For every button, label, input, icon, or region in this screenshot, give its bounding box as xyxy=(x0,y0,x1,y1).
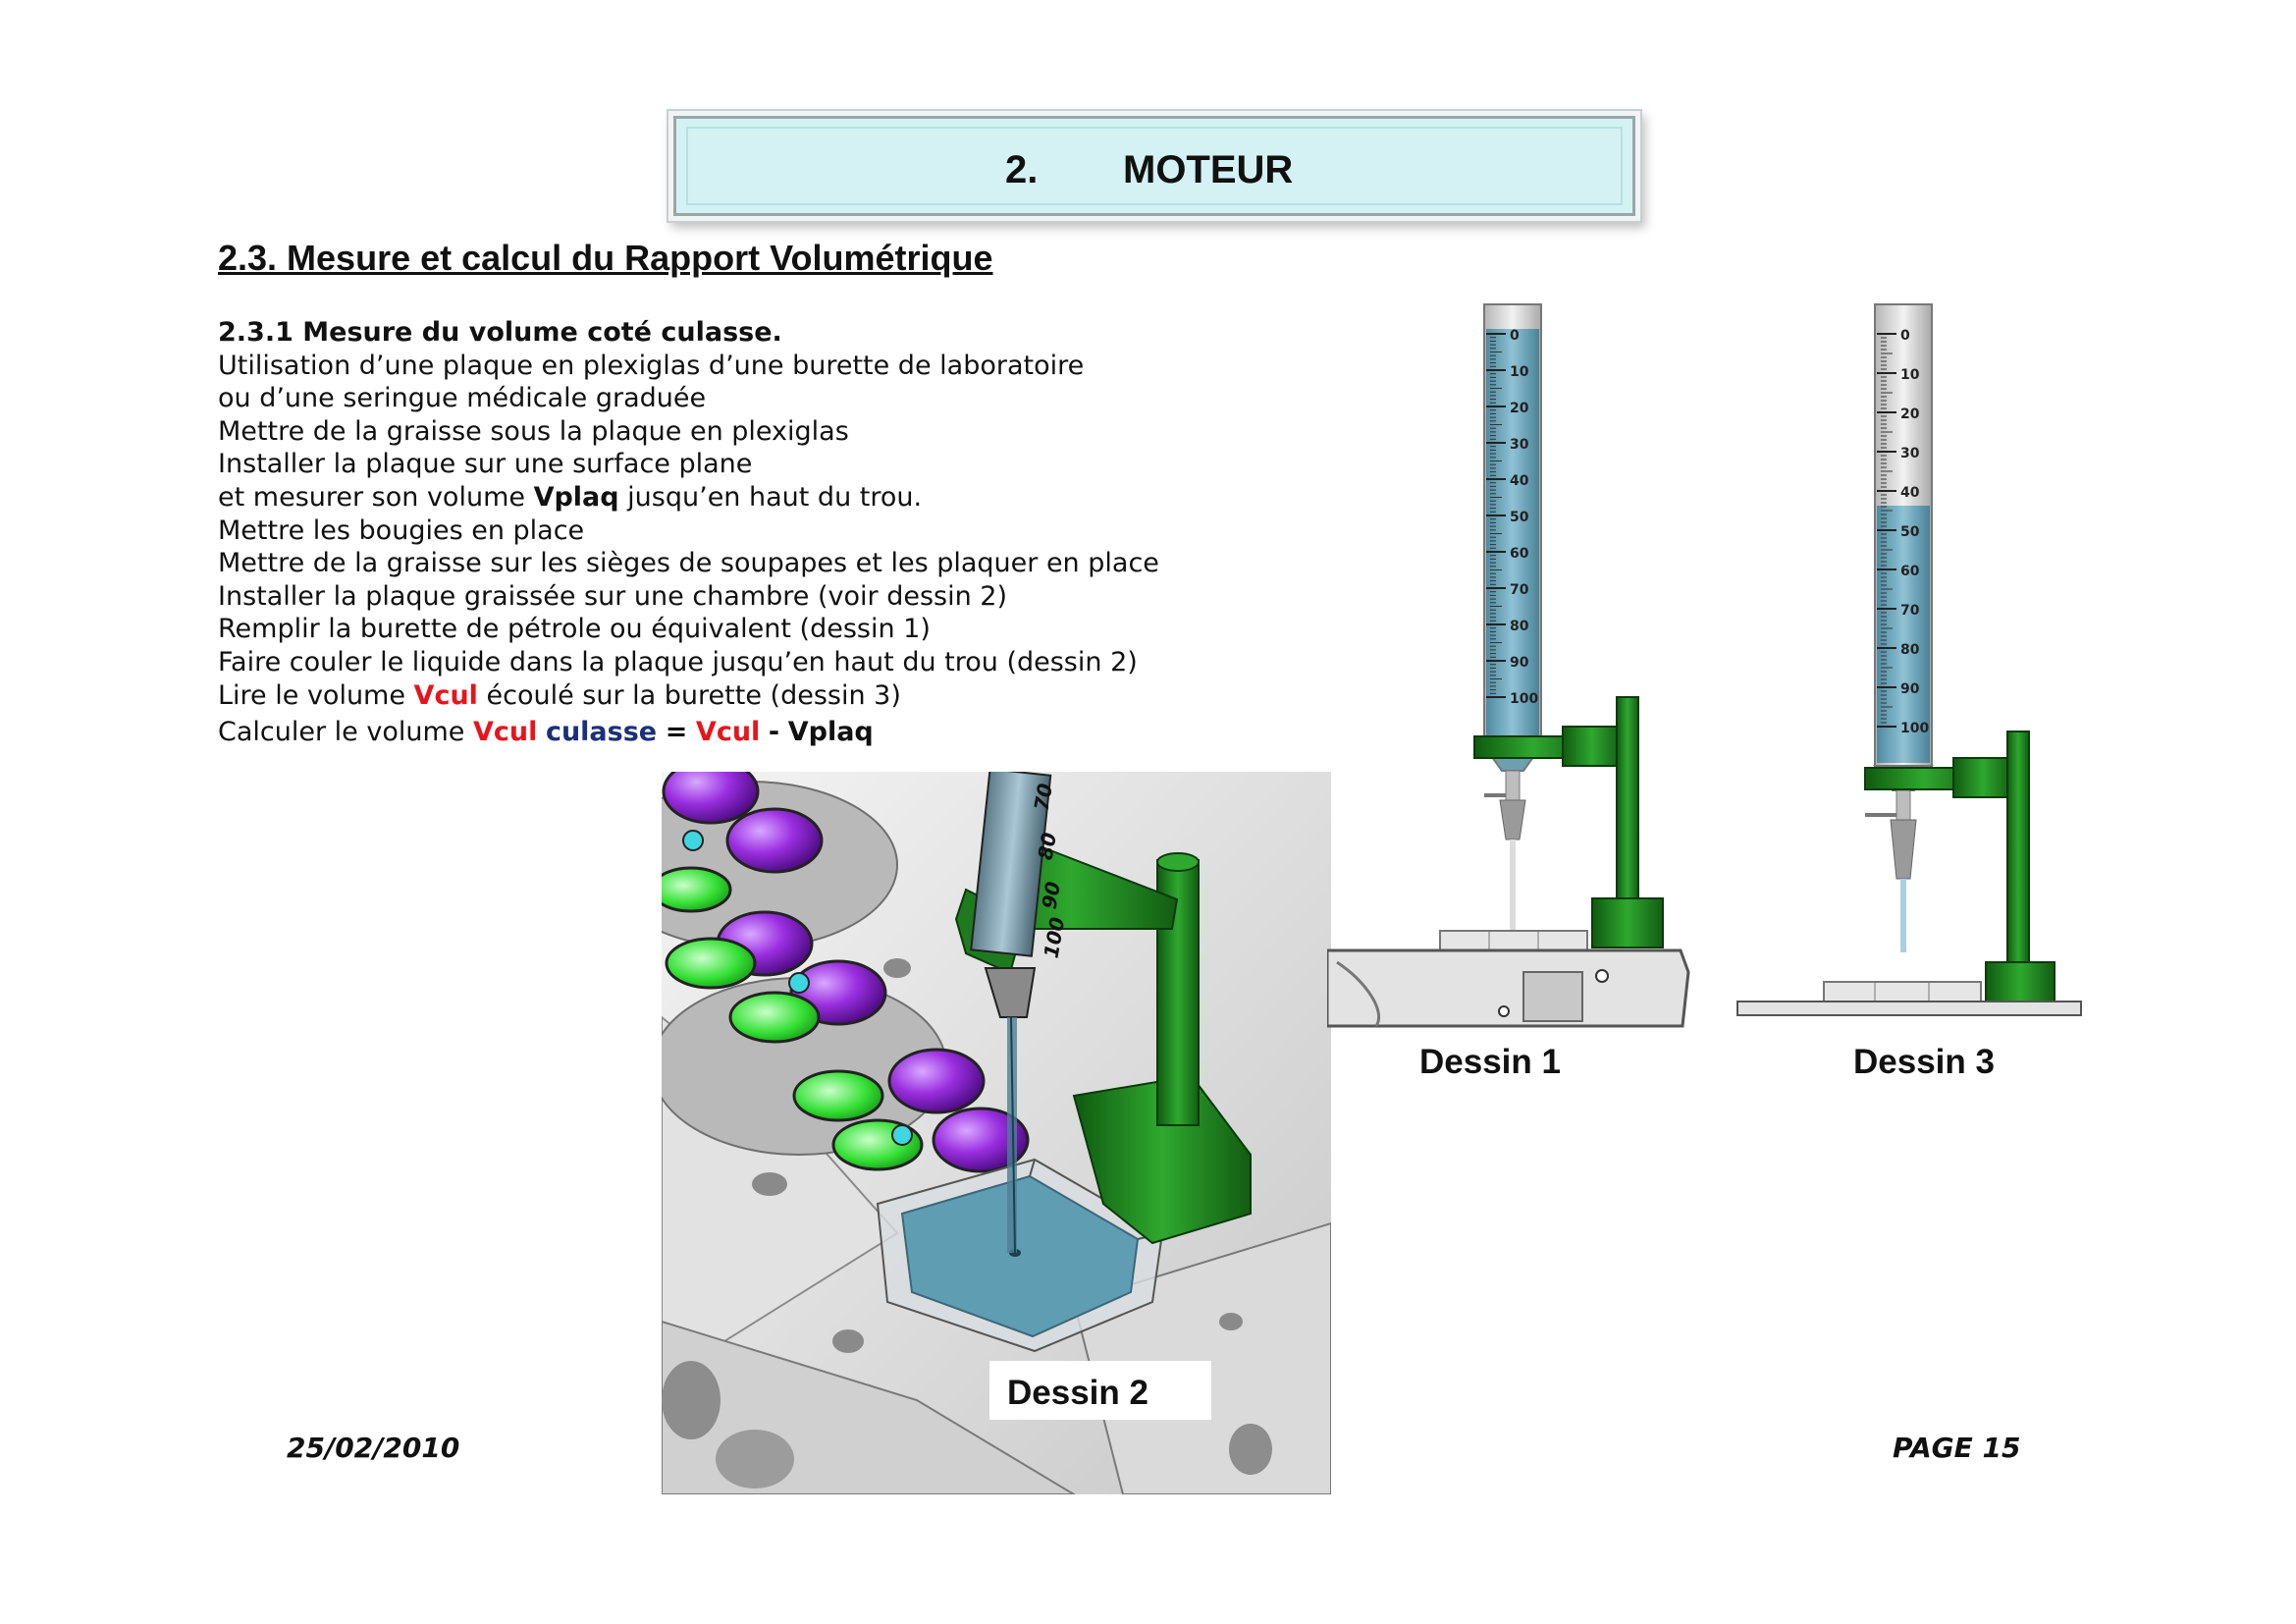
burette-tick-label: 20 xyxy=(1900,406,1920,422)
burette-tick-label: 90 xyxy=(1900,681,1920,697)
syringe-label: 80 xyxy=(1033,831,1060,862)
dessin2-caption: Dessin 2 xyxy=(1007,1374,1148,1412)
footer-page-number: PAGE 15 xyxy=(1893,1432,2021,1464)
burette-tick-label: 20 xyxy=(1510,401,1529,416)
burette-tick-label: 30 xyxy=(1900,446,1920,461)
vcul-term: Vcul xyxy=(695,717,761,748)
footer-date: 25/02/2010 xyxy=(287,1432,460,1464)
chapter-number: 2. xyxy=(1005,148,1039,191)
burette-tick-label: 100 xyxy=(1900,721,1929,736)
burette-tick-label: 50 xyxy=(1510,510,1529,525)
vplaq-term: Vplaq xyxy=(787,717,874,748)
burette-tick-label: 0 xyxy=(1510,328,1520,344)
burette-tick-label: 30 xyxy=(1510,437,1529,453)
burette-tick-label: 50 xyxy=(1900,524,1920,540)
text-line: Lire le volume Vcul écoulé sur la burett… xyxy=(218,679,901,711)
text-line: Mettre les bougies en place xyxy=(218,514,585,546)
syringe-label: 90 xyxy=(1037,880,1064,911)
vcul-term: Vcul xyxy=(472,717,538,748)
formula-line: Calculer le volume Vcul culasse = Vcul -… xyxy=(218,717,874,748)
burette-tick-label: 90 xyxy=(1510,655,1529,671)
burette-tick-label: 80 xyxy=(1900,642,1920,658)
subsection-title: 2.3.1 Mesure du volume coté culasse. xyxy=(218,317,782,348)
text-line: Remplir la burette de pétrole ou équival… xyxy=(218,614,931,645)
burette-tick-label: 60 xyxy=(1900,564,1920,579)
text-line: ou d’une seringue médicale graduée xyxy=(218,383,707,414)
syringe-label: 70 xyxy=(1029,782,1056,813)
text-line: Utilisation d’une plaque en plexiglas d’… xyxy=(218,350,1085,381)
section-title: 2.3. Mesure et calcul du Rapport Volumét… xyxy=(218,238,993,278)
dessin2-illustration: 70 80 90 100 Dessin 2 xyxy=(662,772,1331,1494)
burette-tick-label: 70 xyxy=(1900,603,1920,619)
burette-tick-label: 40 xyxy=(1510,473,1529,489)
burette-tick-label: 60 xyxy=(1510,546,1529,562)
chapter-title-box: 2. MOTEUR xyxy=(673,116,1635,216)
burette-tick-label: 70 xyxy=(1510,582,1529,598)
text-line: Installer la plaque sur une surface plan… xyxy=(218,449,753,480)
text-line: Mettre de la graisse sous la plaque en p… xyxy=(218,415,849,447)
burette-tick-label: 10 xyxy=(1900,367,1920,383)
dessin1-caption: Dessin 1 xyxy=(1419,1043,1561,1081)
burette-tick-label: 10 xyxy=(1510,364,1529,380)
text-line: et mesurer son volume Vplaq jusqu’en hau… xyxy=(218,481,923,513)
burette-tick-label: 0 xyxy=(1900,328,1910,344)
vcul-term: Vcul xyxy=(413,679,478,711)
burette-tick-label: 80 xyxy=(1510,619,1529,634)
instructions-text: 2.3.1 Mesure du volume coté culasse. Uti… xyxy=(218,316,1249,749)
dessin1-illustration: 0 10 20 30 40 50 60 70 80 90 100 xyxy=(1327,303,1690,1028)
text-line: Mettre de la graisse sur les sièges de s… xyxy=(218,548,1159,579)
burette-tick-label: 40 xyxy=(1900,485,1920,501)
culasse-term: culasse xyxy=(545,717,658,748)
burette-tick-label: 100 xyxy=(1510,691,1538,707)
dessin3-caption: Dessin 3 xyxy=(1853,1043,1995,1081)
chapter-title: MOTEUR xyxy=(1123,148,1294,191)
dessin3-illustration: 0 10 20 30 40 50 60 70 80 90 100 xyxy=(1736,303,2082,1016)
text-line: Installer la plaque graissée sur une cha… xyxy=(218,580,1007,612)
text-line: Faire couler le liquide dans la plaque j… xyxy=(218,646,1138,677)
vplaq-term: Vplaq xyxy=(533,481,619,513)
